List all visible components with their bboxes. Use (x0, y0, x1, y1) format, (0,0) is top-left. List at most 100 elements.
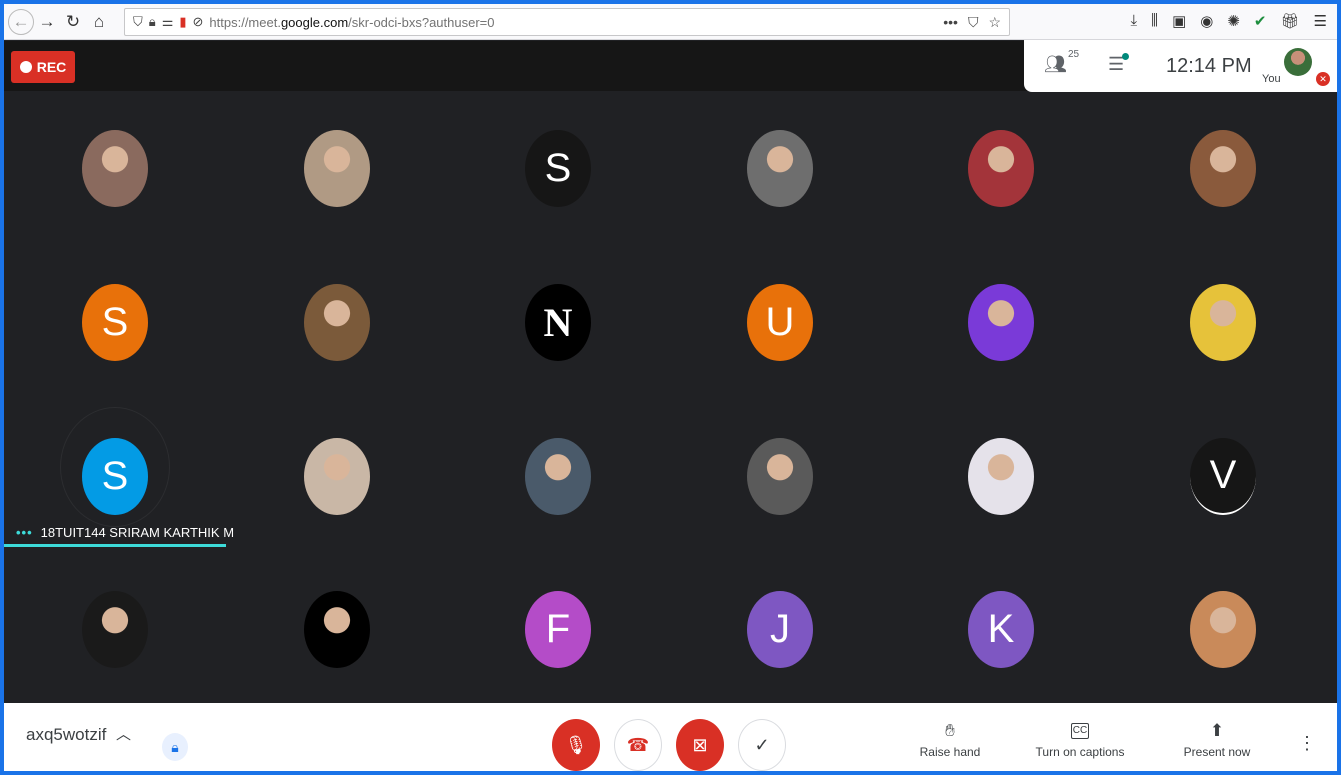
muted-mic-icon: ✕ (1316, 72, 1330, 86)
participant-avatar (82, 130, 148, 207)
self-label: You (1262, 73, 1281, 85)
participant-avatar (747, 438, 813, 515)
participant-tile[interactable] (1112, 91, 1334, 244)
participant-tile[interactable] (890, 91, 1112, 244)
menu-icon[interactable]: ☰ (1314, 12, 1327, 30)
participant-avatar: S (525, 130, 591, 207)
participant-tile[interactable] (447, 399, 669, 552)
participant-tile[interactable]: J (669, 552, 891, 705)
library-icon[interactable]: ⫼ (1151, 12, 1158, 30)
participant-avatar (525, 438, 591, 515)
more-options-icon[interactable]: ⋮ (1298, 733, 1316, 754)
shield-icon[interactable]: ⛉ (133, 14, 143, 30)
present-now-button[interactable]: ⬆︎ Present now (1147, 721, 1287, 759)
speaker-highlight-bar (4, 544, 226, 547)
participant-avatar (304, 591, 370, 668)
participant-tile[interactable] (226, 552, 448, 705)
chat-notification-dot (1122, 53, 1129, 60)
participant-tile[interactable]: N (447, 245, 669, 398)
bookmark-star-icon[interactable]: ☆ (988, 14, 1001, 31)
participant-tile[interactable] (226, 245, 448, 398)
participant-tile[interactable] (1112, 552, 1334, 705)
participant-tile[interactable]: F (447, 552, 669, 705)
participant-avatar: K (968, 591, 1034, 668)
participant-tile[interactable] (4, 91, 226, 244)
gift-icon[interactable]: 🎁︎ (1281, 12, 1300, 30)
participant-tile[interactable]: K (890, 552, 1112, 705)
check-extension-icon[interactable]: ✔ (1254, 12, 1267, 30)
participant-avatar (968, 284, 1034, 361)
browser-toolbar: ← → ↻ ⌂ ⛉ 🔒︎ ⚌ ▮ ⊘ https://meet.google.c… (4, 4, 1337, 40)
clock: 12:14 PM (1166, 55, 1252, 77)
participant-tile[interactable] (1112, 245, 1334, 398)
extension-icon[interactable]: ✺ (1227, 12, 1240, 30)
participant-avatar (304, 438, 370, 515)
recording-badge: REC (11, 51, 75, 83)
people-count: 25 (1068, 49, 1080, 60)
page-actions-icon[interactable]: ••• (943, 14, 958, 31)
hand-icon: ✋︎ (945, 721, 955, 740)
participant-tile[interactable] (4, 552, 226, 705)
download-icon[interactable]: ⤓ (1131, 12, 1138, 30)
pocket-icon[interactable]: ⛉ (968, 14, 979, 31)
participant-avatar (968, 438, 1034, 515)
sidebar-icon[interactable]: ▣ (1172, 12, 1186, 30)
lock-icon[interactable]: 🔒︎ (149, 14, 156, 30)
participant-tile[interactable] (890, 245, 1112, 398)
self-avatar[interactable] (1284, 48, 1312, 76)
participant-avatar: N (525, 284, 591, 361)
active-speaker-label: ••• 18TUIT144 SRIRAM KARTHIK M (16, 525, 234, 540)
participant-tile[interactable] (890, 399, 1112, 552)
people-icon[interactable]: 👥︎ (1044, 54, 1067, 75)
captions-button[interactable]: CC Turn on captions (1010, 721, 1150, 759)
present-label: Present now (1183, 745, 1251, 759)
recording-label: REC (36, 59, 67, 75)
participant-tile[interactable] (226, 399, 448, 552)
participant-tile[interactable] (669, 399, 891, 552)
mic-toggle-button[interactable]: 🎙︎ (552, 719, 600, 771)
account-icon[interactable]: ◉ (1200, 12, 1213, 30)
chevron-up-icon[interactable]: ︿ (116, 723, 131, 744)
speaker-name: 18TUIT144 SRIRAM KARTHIK M (40, 525, 235, 540)
participant-avatar (1190, 591, 1256, 668)
participant-tile[interactable]: U (669, 245, 891, 398)
leave-call-button[interactable]: ☎︎ (614, 719, 662, 771)
home-icon[interactable]: ⌂ (86, 9, 112, 35)
back-icon[interactable]: ← (8, 8, 34, 35)
participant-avatar: S (82, 438, 148, 515)
extension-check-button[interactable]: ✓ (738, 719, 786, 771)
mic-indicator-icon[interactable]: ▮ (179, 14, 186, 30)
record-icon (19, 61, 32, 73)
security-shield-icon[interactable]: 🔒︎ (162, 733, 188, 761)
participant-avatar (304, 130, 370, 207)
participant-tile[interactable]: S (447, 91, 669, 244)
participant-avatar: F (525, 591, 591, 668)
participant-avatar: S (82, 284, 148, 361)
participant-tile[interactable]: V (1112, 399, 1334, 552)
raise-hand-button[interactable]: ✋︎ Raise hand (880, 721, 1020, 759)
present-icon: ⬆︎ (1209, 721, 1225, 740)
reload-icon[interactable]: ↻ (60, 9, 86, 35)
participant-avatar (82, 591, 148, 668)
participant-tile[interactable]: S (4, 245, 226, 398)
captions-label: Turn on captions (1035, 745, 1125, 759)
camera-blocked-icon[interactable]: ⊘ (193, 14, 204, 30)
permissions-icon[interactable]: ⚌ (162, 14, 174, 30)
participant-avatar (1190, 284, 1256, 361)
meeting-info-panel: 👥︎ 25 ☰ 12:14 PM You ✕ (1024, 40, 1337, 92)
url-bar[interactable]: ⛉ 🔒︎ ⚌ ▮ ⊘ https://meet.google.com/skr-o… (124, 8, 1010, 36)
participant-avatar (1190, 130, 1256, 207)
participant-tile[interactable] (669, 91, 891, 244)
participant-avatar: V (1190, 438, 1256, 515)
url-text[interactable]: https://meet.google.com/skr-odci-bxs?aut… (209, 15, 494, 30)
participant-avatar (968, 130, 1034, 207)
meet-window: ← → ↻ ⌂ ⛉ 🔒︎ ⚌ ▮ ⊘ https://meet.google.c… (4, 4, 1337, 771)
participant-avatar: U (747, 284, 813, 361)
forward-icon[interactable]: → (34, 9, 60, 35)
meeting-code[interactable]: axq5wotzif (26, 725, 106, 745)
camera-toggle-button[interactable]: ⊠ (676, 719, 724, 771)
raise-hand-label: Raise hand (919, 745, 981, 759)
captions-icon: CC (1071, 723, 1089, 739)
participant-tile[interactable] (226, 91, 448, 244)
participant-avatar (304, 284, 370, 361)
